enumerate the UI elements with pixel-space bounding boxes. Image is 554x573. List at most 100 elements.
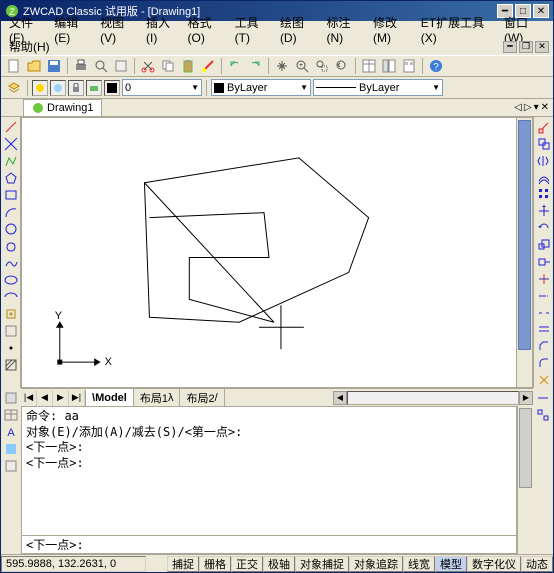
otrack-toggle[interactable]: 对象追踪 — [349, 556, 403, 572]
publish-button[interactable] — [112, 57, 130, 75]
layer-combo[interactable]: 0▼ — [122, 79, 202, 96]
color-combo[interactable]: ByLayer▼ — [211, 79, 311, 96]
lengthen-tool[interactable] — [535, 390, 551, 406]
zoom-prev-button[interactable] — [333, 57, 351, 75]
xline-tool[interactable] — [3, 136, 19, 152]
zoom-realtime-button[interactable]: + — [293, 57, 311, 75]
explode-tool[interactable] — [536, 372, 552, 388]
circle-tool[interactable] — [3, 221, 19, 237]
zoom-window-button[interactable] — [313, 57, 331, 75]
layer-plot-icon[interactable] — [86, 80, 102, 96]
properties-button[interactable] — [360, 57, 378, 75]
command-history[interactable]: 命令: aa 对象(E)/添加(A)/减去(S)/<第一点>: <下一点>: <… — [21, 406, 517, 536]
menu-help[interactable]: 帮助(H) — [5, 38, 54, 55]
redo-button[interactable] — [246, 57, 264, 75]
dyn-toggle[interactable]: 动态 — [521, 556, 553, 572]
mtext-tool[interactable]: A — [3, 424, 19, 440]
print-button[interactable] — [72, 57, 90, 75]
snap-toggle[interactable]: 捕捉 — [167, 556, 199, 572]
layout-first-button[interactable]: |◀ — [21, 390, 37, 406]
layer-bulb-icon[interactable] — [32, 80, 48, 96]
layers-button[interactable] — [5, 79, 23, 97]
arc-tool[interactable] — [3, 204, 19, 220]
drawing-canvas[interactable]: X Y — [21, 117, 533, 388]
polar-toggle[interactable]: 极轴 — [263, 556, 295, 572]
tab-next-button[interactable]: ▷ — [524, 102, 532, 113]
tablet-toggle[interactable]: 数字化仪 — [467, 556, 521, 572]
layer-color-icon[interactable] — [104, 80, 120, 96]
layout-tab-model[interactable]: \Model — [86, 389, 134, 406]
save-button[interactable] — [45, 57, 63, 75]
tab-menu-button[interactable]: ▾ — [534, 102, 539, 113]
boundary-tool[interactable] — [3, 458, 19, 474]
polygon-tool[interactable] — [3, 170, 19, 186]
copy-tool[interactable] — [536, 136, 552, 152]
hscroll-track[interactable] — [347, 391, 519, 405]
layout-prev-button[interactable]: ◀ — [37, 390, 53, 406]
preview-button[interactable] — [92, 57, 110, 75]
trim-tool[interactable] — [536, 271, 552, 287]
fillet-tool[interactable] — [536, 355, 552, 371]
break-tool[interactable] — [536, 305, 552, 321]
coordinates-display[interactable]: 595.9888, 132.2631, 0 — [1, 556, 146, 572]
help-button[interactable]: ? — [427, 57, 445, 75]
hscroll-right-button[interactable]: ▶ — [519, 391, 533, 405]
chamfer-tool[interactable] — [536, 338, 552, 354]
point-tool[interactable] — [3, 340, 19, 356]
command-scrollbar-v[interactable] — [517, 406, 533, 554]
layer-lock-icon[interactable] — [68, 80, 84, 96]
extend-tool[interactable] — [536, 288, 552, 304]
region-tool[interactable] — [3, 390, 19, 406]
open-button[interactable] — [25, 57, 43, 75]
revcloud-tool[interactable] — [3, 238, 19, 254]
canvas-scrollbar-v[interactable] — [516, 118, 532, 387]
spline-tool[interactable] — [3, 255, 19, 271]
stretch-tool[interactable] — [536, 254, 552, 270]
line-tool[interactable] — [3, 119, 19, 135]
layout-tab-1[interactable]: 布局1 λ — [134, 389, 181, 406]
align-tool[interactable] — [535, 407, 551, 423]
layout-last-button[interactable]: ▶| — [69, 390, 85, 406]
ortho-toggle[interactable]: 正交 — [231, 556, 263, 572]
mirror-tool[interactable] — [536, 153, 552, 169]
lwt-toggle[interactable]: 线宽 — [403, 556, 435, 572]
layout-next-button[interactable]: ▶ — [53, 390, 69, 406]
layout-tab-2[interactable]: 布局2 / — [180, 389, 224, 406]
command-input[interactable]: <下一点>: — [21, 536, 517, 554]
polyline-tool[interactable] — [3, 153, 19, 169]
grid-toggle[interactable]: 栅格 — [199, 556, 231, 572]
join-tool[interactable] — [536, 322, 552, 338]
scroll-thumb[interactable] — [518, 120, 531, 350]
scroll-thumb[interactable] — [519, 408, 532, 488]
undo-button[interactable] — [226, 57, 244, 75]
mdi-close-button[interactable]: ✕ — [535, 41, 549, 53]
ellipsearc-tool[interactable] — [3, 289, 19, 305]
toolpalettes-button[interactable] — [400, 57, 418, 75]
gradient-tool[interactable] — [3, 441, 19, 457]
document-tab[interactable]: Drawing1 — [23, 99, 102, 116]
offset-tool[interactable] — [536, 170, 552, 186]
pan-button[interactable] — [273, 57, 291, 75]
copy-button[interactable] — [159, 57, 177, 75]
array-tool[interactable] — [536, 187, 552, 203]
rotate-tool[interactable] — [536, 220, 552, 236]
move-tool[interactable] — [536, 203, 552, 219]
mdi-minimize-button[interactable]: ━ — [503, 41, 517, 53]
linetype-combo[interactable]: ByLayer▼ — [313, 79, 443, 96]
model-toggle[interactable]: 模型 — [435, 556, 467, 572]
insert-tool[interactable] — [3, 306, 19, 322]
paste-button[interactable] — [179, 57, 197, 75]
block-tool[interactable] — [3, 323, 19, 339]
layer-freeze-icon[interactable] — [50, 80, 66, 96]
hatch-tool[interactable] — [3, 357, 19, 373]
table-tool[interactable] — [3, 407, 19, 423]
cut-button[interactable] — [139, 57, 157, 75]
rectangle-tool[interactable] — [3, 187, 19, 203]
tab-prev-button[interactable]: ◁ — [514, 102, 522, 113]
new-button[interactable] — [5, 57, 23, 75]
hscroll-left-button[interactable]: ◀ — [333, 391, 347, 405]
matchprops-button[interactable] — [199, 57, 217, 75]
scale-tool[interactable] — [536, 237, 552, 253]
tab-close-button[interactable]: ✕ — [541, 102, 549, 113]
erase-tool[interactable] — [536, 119, 552, 135]
